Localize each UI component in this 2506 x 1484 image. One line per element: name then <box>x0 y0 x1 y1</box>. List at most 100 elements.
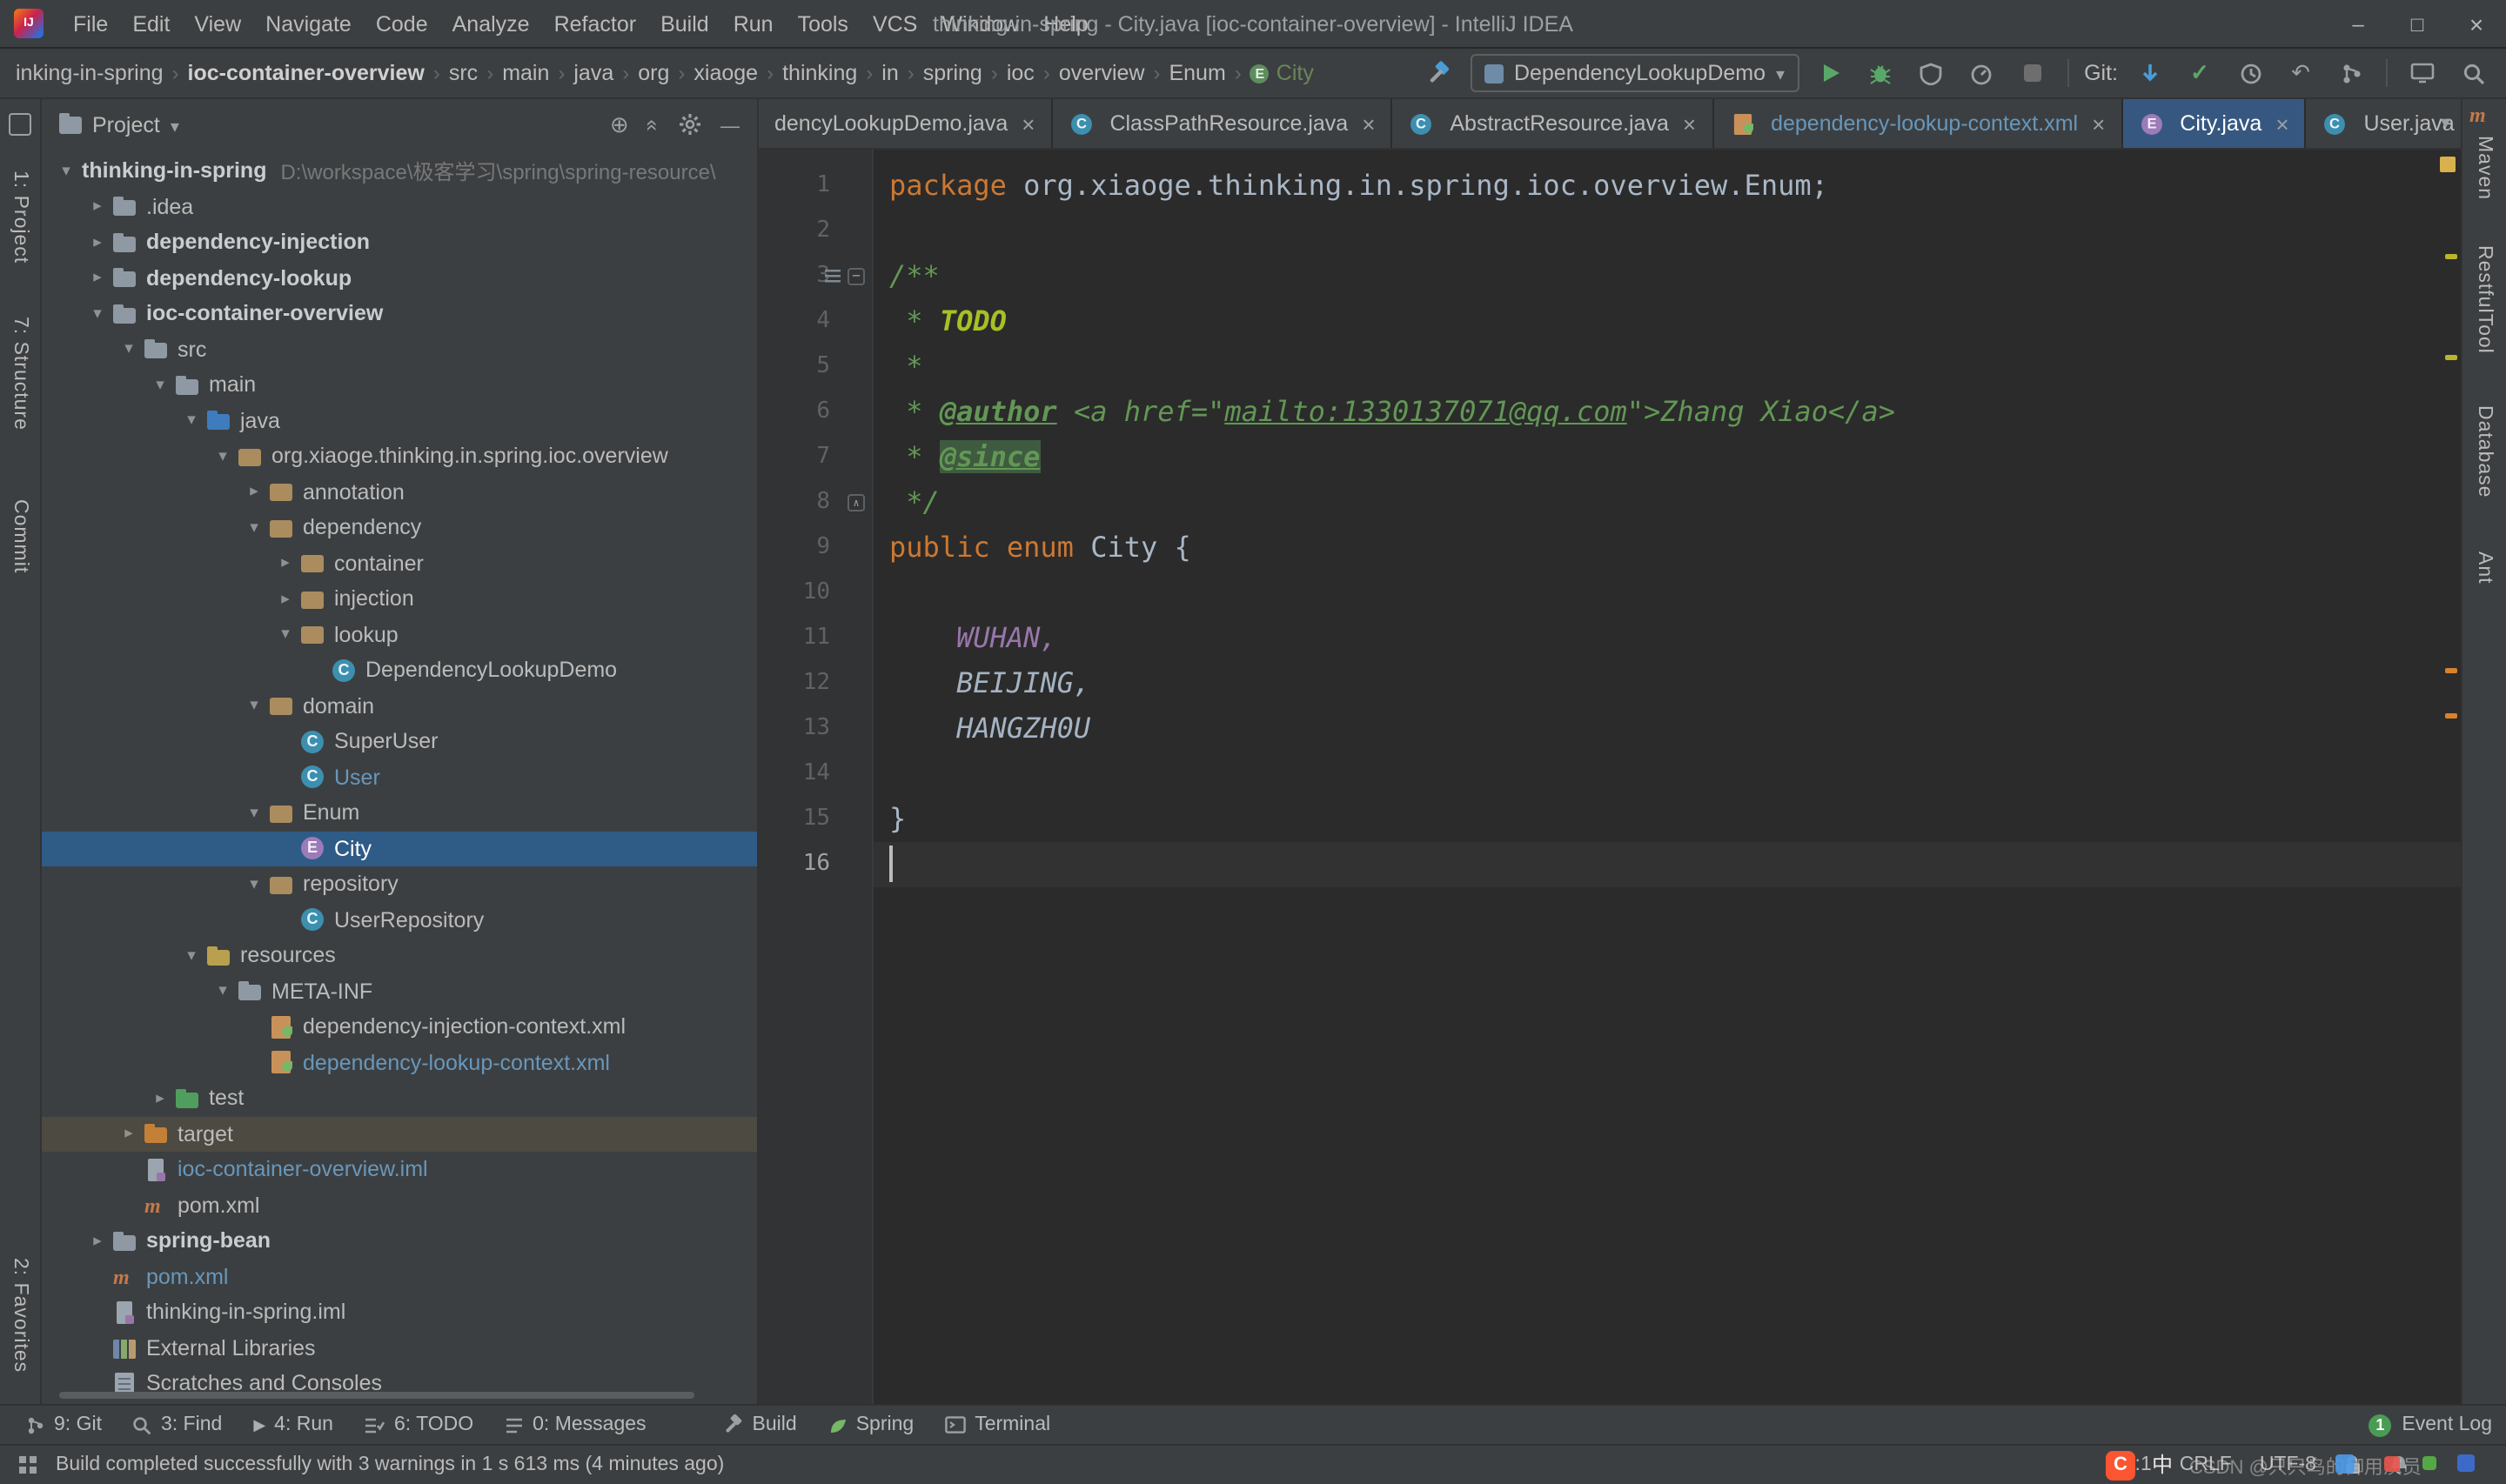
menu-tools[interactable]: Tools <box>786 11 861 36</box>
toolwindow-todo[interactable]: 6: TODO <box>349 1406 489 1444</box>
tree-item-spring-bean[interactable]: spring-bean <box>42 1223 757 1259</box>
settings-button[interactable] <box>679 113 701 136</box>
toolwindow-build[interactable]: Build <box>707 1406 813 1444</box>
tree-item-dependencylookupdemo[interactable]: DependencyLookupDemo <box>42 652 757 688</box>
breadcrumb-in[interactable]: in <box>880 61 900 85</box>
breadcrumb-org[interactable]: org <box>636 61 671 85</box>
chevron-down-icon[interactable] <box>171 112 179 137</box>
menu-build[interactable]: Build <box>648 11 721 36</box>
menu-navigate[interactable]: Navigate <box>253 11 364 36</box>
tree-item-pom-root[interactable]: pom.xml <box>42 1259 757 1294</box>
tree-item-idea[interactable]: .idea <box>42 189 757 224</box>
tree-item-package-overview[interactable]: org.xiaoge.thinking.in.spring.ioc.overvi… <box>42 438 757 474</box>
tree-item-target[interactable]: target <box>42 1116 757 1152</box>
toolwindow-spring[interactable]: Spring <box>813 1406 930 1444</box>
tool-window-icon[interactable] <box>9 113 31 136</box>
collapse-all-button[interactable] <box>641 118 666 130</box>
hide-panel-button[interactable] <box>720 112 740 137</box>
breadcrumb-city[interactable]: City <box>1249 61 1316 85</box>
toolstrip-ant[interactable]: Ant <box>2474 551 2495 584</box>
horizontal-scrollbar[interactable] <box>59 1392 694 1399</box>
error-stripe[interactable] <box>2440 150 2461 1404</box>
breadcrumb-ioc[interactable]: ioc <box>1005 61 1036 85</box>
toolwindow-run[interactable]: 4: Run <box>238 1406 349 1444</box>
inspections-indicator[interactable] <box>2440 157 2456 172</box>
event-log-button[interactable]: 1 Event Log <box>2369 1414 2496 1436</box>
branches-button[interactable] <box>2332 54 2370 92</box>
toolstrip-maven[interactable]: Maven <box>2474 136 2495 200</box>
tree-item-domain[interactable]: domain <box>42 688 757 724</box>
tab-abstractresource[interactable]: AbstractResource.java <box>1392 99 1713 148</box>
toolwindow-switcher-icon[interactable] <box>17 1454 38 1475</box>
hidden-tabs-chevron-icon[interactable] <box>2441 111 2450 134</box>
tree-item-meta-inf[interactable]: META-INF <box>42 973 757 1009</box>
tree-item-di-context-xml[interactable]: dependency-injection-context.xml <box>42 1009 757 1045</box>
warning-stripe-mark[interactable] <box>2445 713 2457 719</box>
toolstrip-restfultool[interactable]: RestfulTool <box>2474 245 2495 354</box>
locate-file-button[interactable] <box>610 110 629 138</box>
breadcrumb-thinking[interactable]: thinking <box>781 61 859 85</box>
tree-item-dl-context-xml[interactable]: dependency-lookup-context.xml <box>42 1045 757 1080</box>
tree-item-city[interactable]: City <box>42 831 757 866</box>
menu-run[interactable]: Run <box>721 11 786 36</box>
breadcrumb-main[interactable]: main <box>500 61 551 85</box>
profiler-button[interactable] <box>1962 54 2000 92</box>
toolstrip-structure[interactable]: 7: Structure <box>10 316 30 430</box>
breadcrumb-java[interactable]: java <box>572 61 615 85</box>
tree-item-java[interactable]: java <box>42 403 757 438</box>
code-area[interactable]: package org.xiaoge.thinking.in.spring.io… <box>874 150 2461 1404</box>
menu-vcs[interactable]: VCS <box>861 11 929 36</box>
menu-edit[interactable]: Edit <box>120 11 182 36</box>
vcs-update-button[interactable] <box>2130 54 2168 92</box>
fold-end-icon[interactable] <box>848 494 865 511</box>
breadcrumb-project[interactable]: inking-in-spring <box>14 61 165 85</box>
close-icon[interactable] <box>2092 110 2105 137</box>
menu-file[interactable]: File <box>61 11 120 36</box>
breadcrumb-xiaoge[interactable]: xiaoge <box>692 61 760 85</box>
tree-item-container[interactable]: container <box>42 545 757 581</box>
tree-item-src[interactable]: src <box>42 331 757 367</box>
close-icon[interactable] <box>1683 110 1696 137</box>
tree-item-lookup[interactable]: lookup <box>42 617 757 652</box>
tree-item-test[interactable]: test <box>42 1080 757 1116</box>
tree-item-user[interactable]: User <box>42 759 757 795</box>
tree-item-dependency[interactable]: dependency <box>42 510 757 545</box>
toolstrip-database[interactable]: Database <box>2474 406 2495 498</box>
breadcrumb-overview[interactable]: overview <box>1057 61 1147 85</box>
search-everywhere-button[interactable] <box>2454 54 2492 92</box>
menu-view[interactable]: View <box>182 11 253 36</box>
tree-item-dependency-lookup[interactable]: dependency-lookup <box>42 260 757 296</box>
coverage-button[interactable] <box>1912 54 1950 92</box>
breadcrumb-src[interactable]: src <box>447 61 479 85</box>
code-editor[interactable]: 1 2 3 4 5 6 7 8 9 10 11 12 13 14 15 16 <box>759 150 2461 1404</box>
maven-icon[interactable] <box>2469 99 2492 122</box>
warning-stripe-mark[interactable] <box>2445 668 2457 673</box>
toolwindow-find[interactable]: 3: Find <box>117 1406 238 1444</box>
tree-item-pom[interactable]: pom.xml <box>42 1187 757 1223</box>
toolstrip-commit[interactable]: Commit <box>10 499 30 573</box>
tree-item-injection[interactable]: injection <box>42 581 757 617</box>
toolwindow-messages[interactable]: 0: Messages <box>489 1406 661 1444</box>
history-button[interactable] <box>2231 54 2269 92</box>
warning-stripe-mark[interactable] <box>2445 355 2457 360</box>
details-view-button[interactable] <box>2403 54 2442 92</box>
tree-item-resources[interactable]: resources <box>42 938 757 973</box>
minimize-button[interactable] <box>2328 0 2388 49</box>
toolstrip-favorites[interactable]: 2: Favorites <box>10 1258 30 1373</box>
breadcrumb-enum[interactable]: Enum <box>1167 61 1227 85</box>
tab-user[interactable]: User.java <box>2307 99 2462 148</box>
close-icon[interactable] <box>1362 110 1375 137</box>
maximize-button[interactable] <box>2388 0 2447 49</box>
tab-city[interactable]: City.java <box>2122 99 2306 148</box>
tree-item-userrepository[interactable]: UserRepository <box>42 902 757 938</box>
fold-icon[interactable] <box>848 268 865 285</box>
close-icon[interactable] <box>2275 110 2288 137</box>
tree-item-ioc-container-overview[interactable]: ioc-container-overview <box>42 296 757 331</box>
toolstrip-project[interactable]: 1: Project <box>10 170 30 264</box>
toolwindow-git[interactable]: 9: Git <box>10 1406 117 1444</box>
close-icon[interactable] <box>1022 110 1035 137</box>
tab-dependencylookupdemo[interactable]: dencyLookupDemo.java <box>759 99 1052 148</box>
toolwindow-terminal[interactable]: Terminal <box>929 1406 1066 1444</box>
menu-refactor[interactable]: Refactor <box>542 11 649 36</box>
tree-item-main[interactable]: main <box>42 367 757 403</box>
